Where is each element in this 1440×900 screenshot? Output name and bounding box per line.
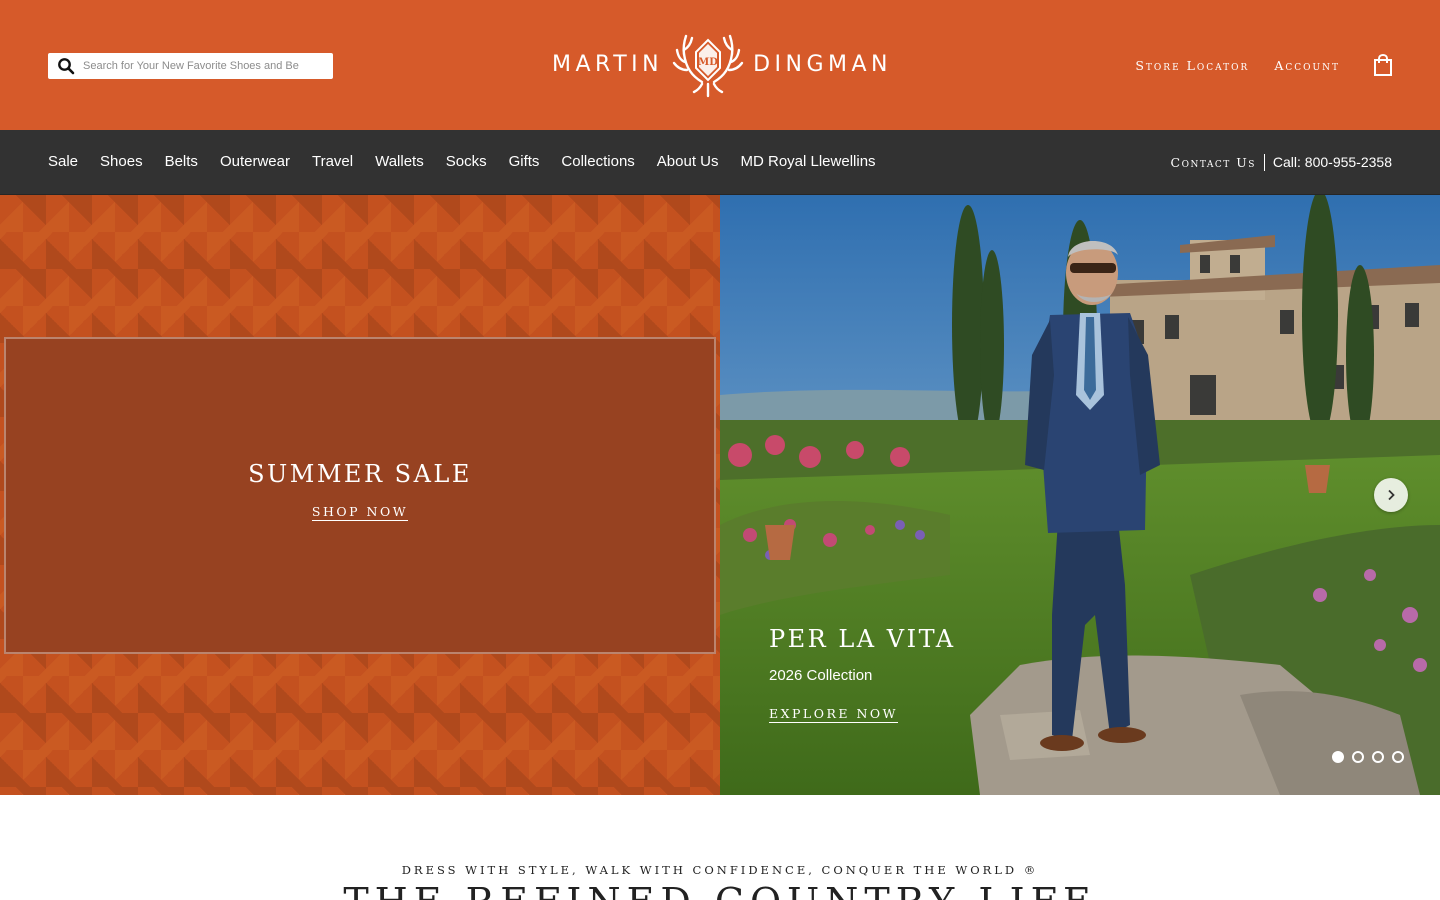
slide-dot-3[interactable] <box>1372 751 1384 763</box>
account-link[interactable]: Account <box>1274 58 1340 73</box>
brand-logo[interactable]: MARTIN MD DINGMAN <box>552 32 892 98</box>
site-header: MARTIN MD <box>0 0 1440 130</box>
chevron-right-icon <box>1388 489 1395 501</box>
logo-text-left: MARTIN <box>552 52 664 77</box>
nav-item-gifts[interactable]: Gifts <box>509 153 540 170</box>
nav-item-shoes[interactable]: Shoes <box>100 153 143 170</box>
next-slide-button[interactable] <box>1374 478 1408 512</box>
contact-us-link[interactable]: Contact Us <box>1171 155 1256 170</box>
slide-dot-2[interactable] <box>1352 751 1364 763</box>
slide-caption: PER LA VITA 2026 Collection EXPLORE NOW <box>769 625 956 723</box>
slide-title: PER LA VITA <box>769 625 956 653</box>
search-icon[interactable] <box>57 57 75 75</box>
nav-item-travel[interactable]: Travel <box>312 153 353 170</box>
phone-link[interactable]: Call: 800-955-2358 <box>1273 154 1392 170</box>
utility-links: Store Locator Account <box>1135 52 1393 78</box>
contact-info: Contact Us Call: 800-955-2358 <box>1171 130 1392 194</box>
summer-sale-banner: SUMMER SALE SHOP NOW <box>0 195 720 795</box>
nav-item-outerwear[interactable]: Outerwear <box>220 153 290 170</box>
nav-item-wallets[interactable]: Wallets <box>375 153 424 170</box>
nav-menu: Sale Shoes Belts Outerwear Travel Wallet… <box>48 130 898 194</box>
nav-item-socks[interactable]: Socks <box>446 153 487 170</box>
explore-now-link[interactable]: EXPLORE NOW <box>769 706 899 723</box>
search-input[interactable] <box>83 60 323 72</box>
nav-item-belts[interactable]: Belts <box>165 153 198 170</box>
section-heading: THE REFINED COUNTRY LIFE <box>0 880 1440 900</box>
contact-divider <box>1263 153 1265 171</box>
nav-item-collections[interactable]: Collections <box>561 153 634 170</box>
nav-item-sale[interactable]: Sale <box>48 153 78 170</box>
collection-slider: PER LA VITA 2026 Collection EXPLORE NOW <box>720 195 1440 795</box>
main-navigation: Sale Shoes Belts Outerwear Travel Wallet… <box>0 130 1440 195</box>
store-locator-link[interactable]: Store Locator <box>1135 58 1249 73</box>
promo-title: SUMMER SALE <box>248 460 472 488</box>
shopping-bag-icon[interactable] <box>1373 54 1393 76</box>
slide-pagination <box>1332 751 1412 763</box>
search-bar[interactable] <box>48 53 333 79</box>
nav-item-md-royal-llewellins[interactable]: MD Royal Llewellins <box>741 153 876 170</box>
nav-item-about-us[interactable]: About Us <box>657 153 719 170</box>
slide-dot-1[interactable] <box>1332 751 1344 763</box>
slide-dot-4[interactable] <box>1392 751 1404 763</box>
promo-box: SUMMER SALE SHOP NOW <box>4 337 716 654</box>
slide-subtitle: 2026 Collection <box>769 667 873 684</box>
antler-crest-icon: MD <box>672 34 744 98</box>
brand-tagline: DRESS WITH STYLE, WALK WITH CONFIDENCE, … <box>401 863 1039 877</box>
shop-now-link[interactable]: SHOP NOW <box>311 504 409 521</box>
svg-text:MD: MD <box>698 57 718 68</box>
logo-text-right: DINGMAN <box>753 52 892 77</box>
